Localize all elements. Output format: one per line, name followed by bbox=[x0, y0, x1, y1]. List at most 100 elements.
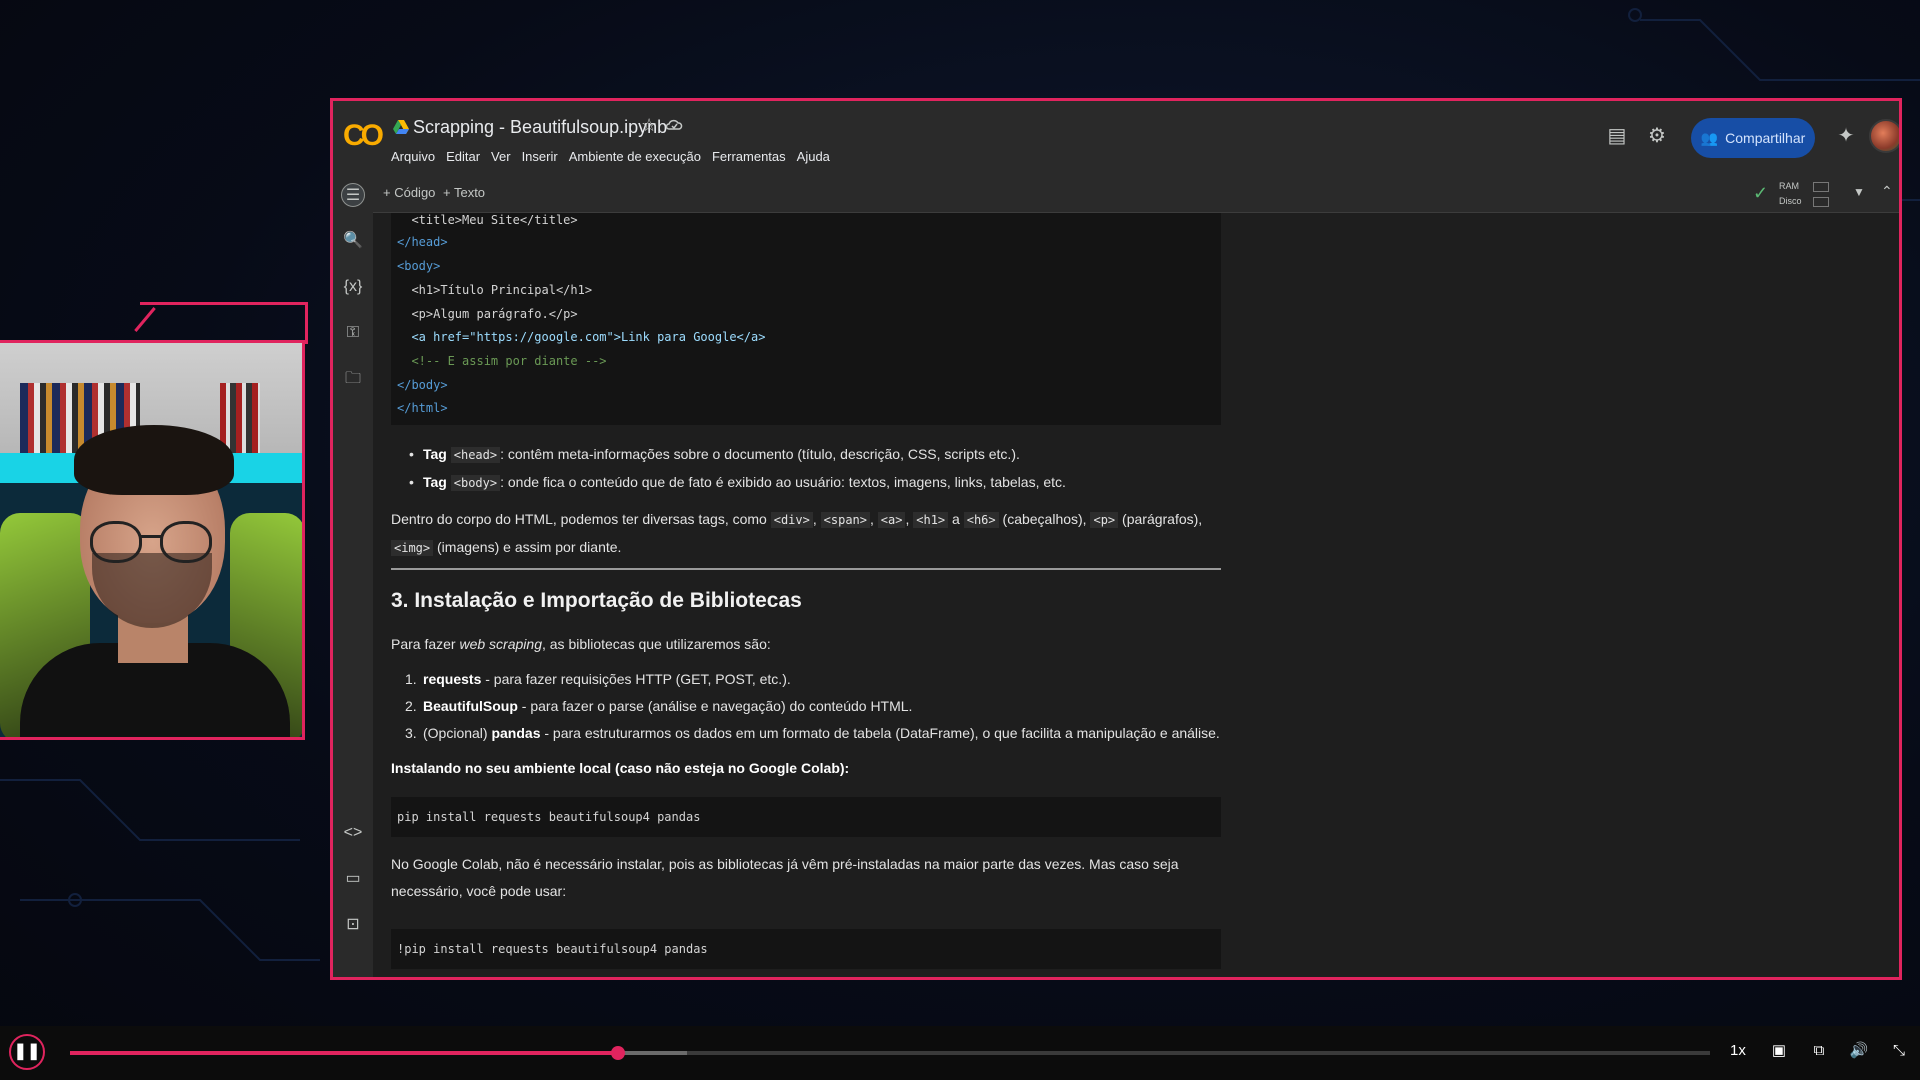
list-number: 3. bbox=[405, 725, 417, 741]
list-item-text: (Opcional) bbox=[423, 725, 492, 741]
list-item-text: : onde fica o conteúdo que de fato é exi… bbox=[500, 474, 1066, 490]
paragraph-text: (cabeçalhos), bbox=[1002, 511, 1087, 527]
list-item: Tag <head>: contêm meta-informações sobr… bbox=[391, 441, 1221, 469]
paragraph-text: Dentro do corpo do HTML, podemos ter div… bbox=[391, 511, 767, 527]
text-cell-colab-note[interactable]: No Google Colab, não é necessário instal… bbox=[391, 851, 1221, 905]
key-icon[interactable]: ⚿ bbox=[341, 321, 365, 345]
inline-code: <p> bbox=[1090, 512, 1119, 528]
code-line: </html> bbox=[397, 401, 448, 415]
divider bbox=[391, 568, 1221, 570]
paragraph-text: (parágrafos), bbox=[1122, 511, 1203, 527]
playback-speed[interactable]: 1x bbox=[1730, 1042, 1746, 1059]
text-cell-libraries[interactable]: Para fazer web scraping, as bibliotecas … bbox=[391, 631, 1221, 782]
inline-code: <div> bbox=[770, 512, 813, 528]
webcam-feed bbox=[0, 340, 305, 740]
code-cell-pip-colab[interactable]: !pip install requests beautifulsoup4 pan… bbox=[391, 929, 1221, 969]
menu-ambiente[interactable]: Ambiente de execução bbox=[569, 149, 701, 164]
code-line: <h1>Título Principal</h1> bbox=[397, 283, 593, 297]
code-line: <body> bbox=[397, 259, 441, 273]
webcam-frame-tab bbox=[140, 302, 308, 344]
list-item-label: Tag bbox=[423, 474, 447, 490]
share-label: Compartilhar bbox=[1725, 130, 1806, 146]
list-item-text: - para estruturarmos os dados em um form… bbox=[540, 725, 1220, 741]
paragraph-text: Para fazer bbox=[391, 636, 456, 652]
list-item-label: Tag bbox=[423, 446, 447, 462]
chevron-down-icon[interactable]: ▼ bbox=[1853, 185, 1865, 199]
list-item: 1. requests - para fazer requisições HTT… bbox=[391, 666, 1221, 693]
list-item-label: pandas bbox=[491, 725, 541, 741]
disk-bar bbox=[1813, 197, 1829, 207]
code-line: <a href="https://google.com">Link para G… bbox=[397, 330, 766, 344]
list-item-text: : contêm meta-informações sobre o docume… bbox=[500, 446, 1020, 462]
paragraph-bold: Instalando no seu ambiente local (caso n… bbox=[391, 760, 850, 776]
list-number: 1. bbox=[405, 671, 417, 687]
code-cell-html[interactable]: <title>Meu Site</title> </head> <body> <… bbox=[391, 213, 1221, 425]
code-cell-pip[interactable]: pip install requests beautifulsoup4 pand… bbox=[391, 797, 1221, 837]
list-item: 2. BeautifulSoup - para fazer o parse (a… bbox=[391, 693, 1221, 720]
inline-code: <img> bbox=[391, 540, 434, 556]
disk-label: Disco bbox=[1779, 196, 1802, 206]
notebook-content: <title>Meu Site</title> </head> <body> <… bbox=[373, 213, 1899, 977]
menu-ferramentas[interactable]: Ferramentas bbox=[712, 149, 786, 164]
notebook-toolbar: + Código + Texto ✓ RAM Disco ▼ ⌃ bbox=[333, 175, 1899, 213]
chevron-up-icon[interactable]: ⌃ bbox=[1881, 183, 1893, 200]
menu-ajuda[interactable]: Ajuda bbox=[797, 149, 830, 164]
presenter-hair bbox=[74, 425, 234, 495]
progress-fill bbox=[70, 1051, 618, 1055]
menu-editar[interactable]: Editar bbox=[446, 149, 480, 164]
table-of-contents-icon[interactable]: ☰ bbox=[341, 183, 365, 207]
volume-icon[interactable]: 🔊 bbox=[1848, 1040, 1870, 1062]
inline-code: <a> bbox=[877, 512, 906, 528]
people-icon: 👥 bbox=[1700, 129, 1719, 146]
menu-inserir[interactable]: Inserir bbox=[522, 149, 558, 164]
colab-window: CO Scrapping - Beautifulsoup.ipynb ☆ Arq… bbox=[330, 98, 1902, 980]
code-line: </body> bbox=[397, 378, 448, 392]
captions-icon[interactable]: ▣ bbox=[1768, 1040, 1790, 1062]
picture-in-picture-icon[interactable]: ⧉ bbox=[1808, 1040, 1830, 1062]
menu-arquivo[interactable]: Arquivo bbox=[391, 149, 435, 164]
exit-fullscreen-icon[interactable]: ⤡ bbox=[1888, 1040, 1910, 1062]
inline-code: <head> bbox=[450, 447, 501, 463]
pause-icon[interactable]: ❚❚ bbox=[9, 1034, 45, 1070]
add-text-button[interactable]: + Texto bbox=[443, 185, 485, 200]
cloud-saved-icon[interactable] bbox=[665, 117, 683, 133]
paragraph: Para fazer web scraping, as bibliotecas … bbox=[391, 631, 1221, 658]
find-icon[interactable]: 🔍 bbox=[341, 229, 365, 253]
glasses bbox=[140, 535, 162, 538]
inline-code: <body> bbox=[450, 475, 501, 491]
avatar[interactable] bbox=[1869, 119, 1899, 153]
list-item-label: requests bbox=[423, 671, 482, 687]
share-button[interactable]: 👥 Compartilhar bbox=[1691, 118, 1815, 158]
list-item: Tag <body>: onde fica o conteúdo que de … bbox=[391, 469, 1221, 497]
notebook-title[interactable]: Scrapping - Beautifulsoup.ipynb bbox=[413, 117, 667, 138]
paragraph-text: a bbox=[952, 511, 960, 527]
variables-icon[interactable]: {x} bbox=[341, 275, 365, 299]
terminal-icon[interactable]: ⊡ bbox=[341, 913, 365, 937]
paragraph-text: , as bibliotecas que utilizaremos são: bbox=[541, 636, 771, 652]
colab-logo[interactable]: CO bbox=[343, 119, 384, 152]
paragraph: No Google Colab, não é necessário instal… bbox=[391, 856, 1179, 899]
code-line: </head> bbox=[397, 235, 448, 249]
resources-indicator[interactable]: RAM Disco bbox=[1779, 179, 1839, 211]
star-icon[interactable]: ☆ bbox=[641, 115, 657, 136]
command-palette-icon[interactable]: ▭ bbox=[341, 867, 365, 891]
comment-icon[interactable]: ▤ bbox=[1605, 123, 1629, 147]
paragraph-text: (imagens) e assim por diante. bbox=[437, 539, 622, 555]
list-item-text: - para fazer requisições HTTP (GET, POST… bbox=[481, 671, 791, 687]
video-player-controls: ❚❚ 1x ▣ ⧉ 🔊 ⤡ bbox=[0, 1026, 1920, 1080]
folder-icon[interactable]: 🗀 bbox=[341, 367, 365, 391]
section-heading: 3. Instalação e Importação de Biblioteca… bbox=[391, 589, 802, 612]
list-number: 2. bbox=[405, 698, 417, 714]
sparkle-icon[interactable]: ✦ bbox=[1834, 123, 1858, 147]
seek-thumb[interactable] bbox=[610, 1046, 625, 1060]
code-line: <p>Algum parágrafo.</p> bbox=[397, 307, 578, 321]
list-item-text: - para fazer o parse (análise e navegaçã… bbox=[517, 698, 913, 714]
seek-bar[interactable] bbox=[70, 1046, 1710, 1060]
text-cell-tags[interactable]: Tag <head>: contêm meta-informações sobr… bbox=[391, 441, 1221, 562]
code-snippets-icon[interactable]: <> bbox=[341, 821, 365, 845]
menu-ver[interactable]: Ver bbox=[491, 149, 511, 164]
add-code-button[interactable]: + Código bbox=[383, 185, 435, 200]
code-line: <title>Meu Site</title> bbox=[397, 213, 578, 227]
gear-icon[interactable]: ⚙ bbox=[1645, 123, 1669, 147]
colab-header: CO Scrapping - Beautifulsoup.ipynb ☆ Arq… bbox=[333, 101, 1899, 175]
